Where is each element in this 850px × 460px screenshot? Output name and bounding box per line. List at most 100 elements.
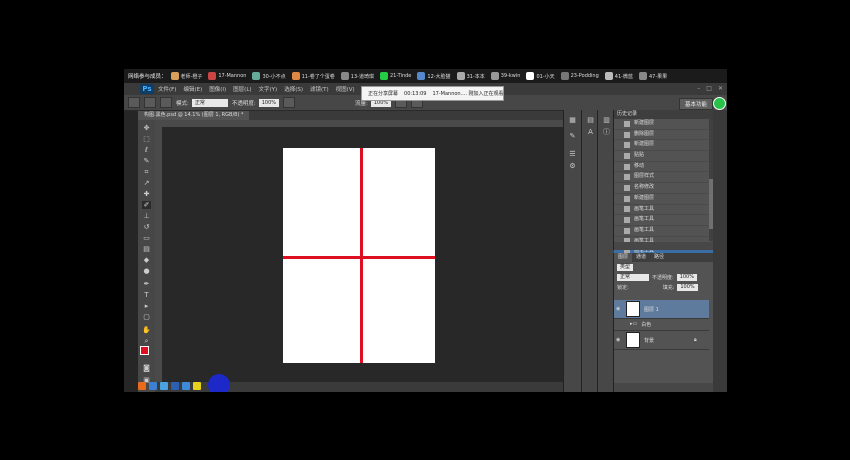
participant-item[interactable]: 17-Mannon [208,72,246,80]
marquee-tool-icon[interactable]: ⬚ [142,135,151,143]
participant-item[interactable]: 39-kwin [490,72,520,80]
history-brush-tool-icon[interactable]: ↺ [142,223,151,231]
menu-layer[interactable]: 图层(L) [233,85,251,93]
quick-mask-icon[interactable]: ◙ [142,364,151,372]
participant-item[interactable]: 老师-橙子 [170,72,202,80]
lasso-tool-icon[interactable]: ℓ [142,146,151,154]
crop-tool-icon[interactable]: ⌗ [142,168,151,176]
menu-file[interactable]: 文件(F) [158,85,176,93]
shape-tool-icon[interactable]: ▢ [142,313,151,321]
healing-tool-icon[interactable]: ✚ [142,190,151,198]
brush-panel-toggle[interactable] [160,97,172,108]
app-icon-yellow[interactable] [193,382,201,390]
history-item[interactable]: 贴贴 [614,151,714,162]
hand-tool-icon[interactable]: ✋ [142,326,151,334]
blend-mode-select[interactable]: 正常 [617,273,649,281]
document-canvas[interactable] [283,148,435,363]
menu-type[interactable]: 文字(Y) [259,85,278,93]
menu-view[interactable]: 视图(V) [336,85,355,93]
menu-edit[interactable]: 编辑(E) [183,85,202,93]
history-item[interactable]: 新建图层 [614,119,714,130]
eraser-tool-icon[interactable]: ▭ [142,234,151,242]
history-item[interactable]: 画笔工具 [614,205,714,216]
participant-item[interactable]: 41-微蓝 [604,72,633,80]
blur-tool-icon[interactable]: ◆ [142,256,151,264]
brush-size-button[interactable] [144,97,156,108]
app-icon-lightblue[interactable] [160,382,168,390]
avatar-icon [526,72,535,80]
move-tool-icon[interactable]: ✥ [142,124,151,132]
layer-opacity-field[interactable]: 100% [676,273,697,281]
brush-tool-icon[interactable]: ✐ [142,201,151,209]
quick-select-tool-icon[interactable]: ✎ [142,157,151,165]
participant-item[interactable]: 21-Tinde [379,72,411,80]
history-item[interactable]: 新建图层 [614,140,714,152]
workspace-button[interactable]: 基本功能 [678,98,713,110]
history-tab[interactable]: 历史记录 [614,110,714,119]
participant-item[interactable]: 01-小天 [526,72,555,80]
properties-panel-icon[interactable]: ⓘ [602,128,611,136]
eyedropper-tool-icon[interactable]: ↗ [142,179,151,187]
menu-select[interactable]: 选择(S) [284,85,303,93]
canvas-area[interactable] [162,127,563,382]
layer-group-row[interactable]: ▸▭ 白色 [614,318,709,331]
participant-item[interactable]: 47-果果 [638,72,667,80]
tab-layers[interactable]: 图层 [614,253,633,262]
app-icon-blue[interactable] [149,382,157,390]
tab-paths[interactable]: 路径 [650,253,668,262]
type-tool-icon[interactable]: T [142,291,151,299]
history-item[interactable]: 图层样式 [614,172,714,184]
history-panel: 历史记录 新建图层 删除图层 新建图层 贴贴 移动 图层样式 名称修改 新建图层 画笔工具 画笔工… [613,110,714,258]
pen-tool-icon[interactable]: ✒ [142,280,151,288]
app-icon-blue-2[interactable] [182,382,190,390]
pressure-opacity-button[interactable] [283,97,296,108]
dock-icon-5[interactable]: ▤ [586,116,595,124]
participant-item[interactable]: 23-Podding [560,72,599,80]
maximize-icon[interactable]: □ [706,85,712,92]
path-select-tool-icon[interactable]: ▸ [142,302,151,310]
dock-icon-1[interactable]: ▦ [568,116,577,124]
eye-icon[interactable]: ◉ [616,337,622,343]
participant-item[interactable]: 31-本本 [456,72,485,80]
app-icon-darkblue[interactable] [171,382,179,390]
history-item[interactable]: 画笔工具 [614,215,714,226]
opacity-field[interactable]: 100% [258,98,280,107]
history-panel-icon[interactable]: ▥ [602,116,611,124]
gradient-tool-icon[interactable]: ▤ [142,245,151,253]
brush-preset-button[interactable] [128,97,140,108]
history-item[interactable]: 移动 [614,162,714,173]
history-item[interactable]: 画笔工具 [614,226,714,237]
zoom-tool-icon[interactable]: ⌕ [142,337,151,345]
stamp-tool-icon[interactable]: ⊥ [142,212,151,220]
mode-select[interactable]: 正常 [191,98,228,107]
layer-kind-select[interactable]: 类型 [617,263,634,271]
dock-icon-4[interactable]: ⚙ [568,162,577,170]
participant-item[interactable]: 30-小不点 [252,72,286,80]
layer-row-1[interactable]: ◉ 图层 1 [614,300,709,319]
dock-icon-6[interactable]: A [586,128,595,136]
document-tab[interactable]: 构图.黑色.psd @ 14.1% (图层 1, RGB/8) * [138,111,250,120]
close-icon[interactable]: ✕ [718,85,723,92]
participant-item[interactable]: 11-卷了个蛋卷 [291,72,335,80]
app-icon-orange[interactable] [138,382,146,390]
dock-icon-3[interactable]: ☰ [568,150,577,158]
participant-item[interactable]: 12-大脸猫 [417,72,451,80]
layer-row-background[interactable]: ◉ 背景 🔒︎ [614,331,709,350]
history-item[interactable]: 新建图层 [614,194,714,205]
dodge-tool-icon[interactable]: ● [142,267,151,275]
foreground-color-swatch[interactable] [140,346,149,355]
menu-filter[interactable]: 滤镜(T) [310,85,329,93]
green-status-icon[interactable] [713,97,726,110]
participant-name: 23-Podding [570,73,599,79]
dock-icon-2[interactable]: ✎ [568,132,577,140]
layers-footer [614,383,714,392]
tab-channels[interactable]: 通道 [632,253,650,262]
history-item[interactable]: 名称修改 [614,183,714,194]
minimize-icon[interactable]: – [697,85,700,92]
panel-scrollbar[interactable] [713,110,727,392]
participant-item[interactable]: 13-道琦琪 [340,72,374,80]
fill-field[interactable]: 100% [677,283,698,291]
eye-icon[interactable]: ◉ [616,306,622,312]
history-item[interactable]: 删除图层 [614,130,714,141]
menu-image[interactable]: 图像(I) [209,85,226,93]
